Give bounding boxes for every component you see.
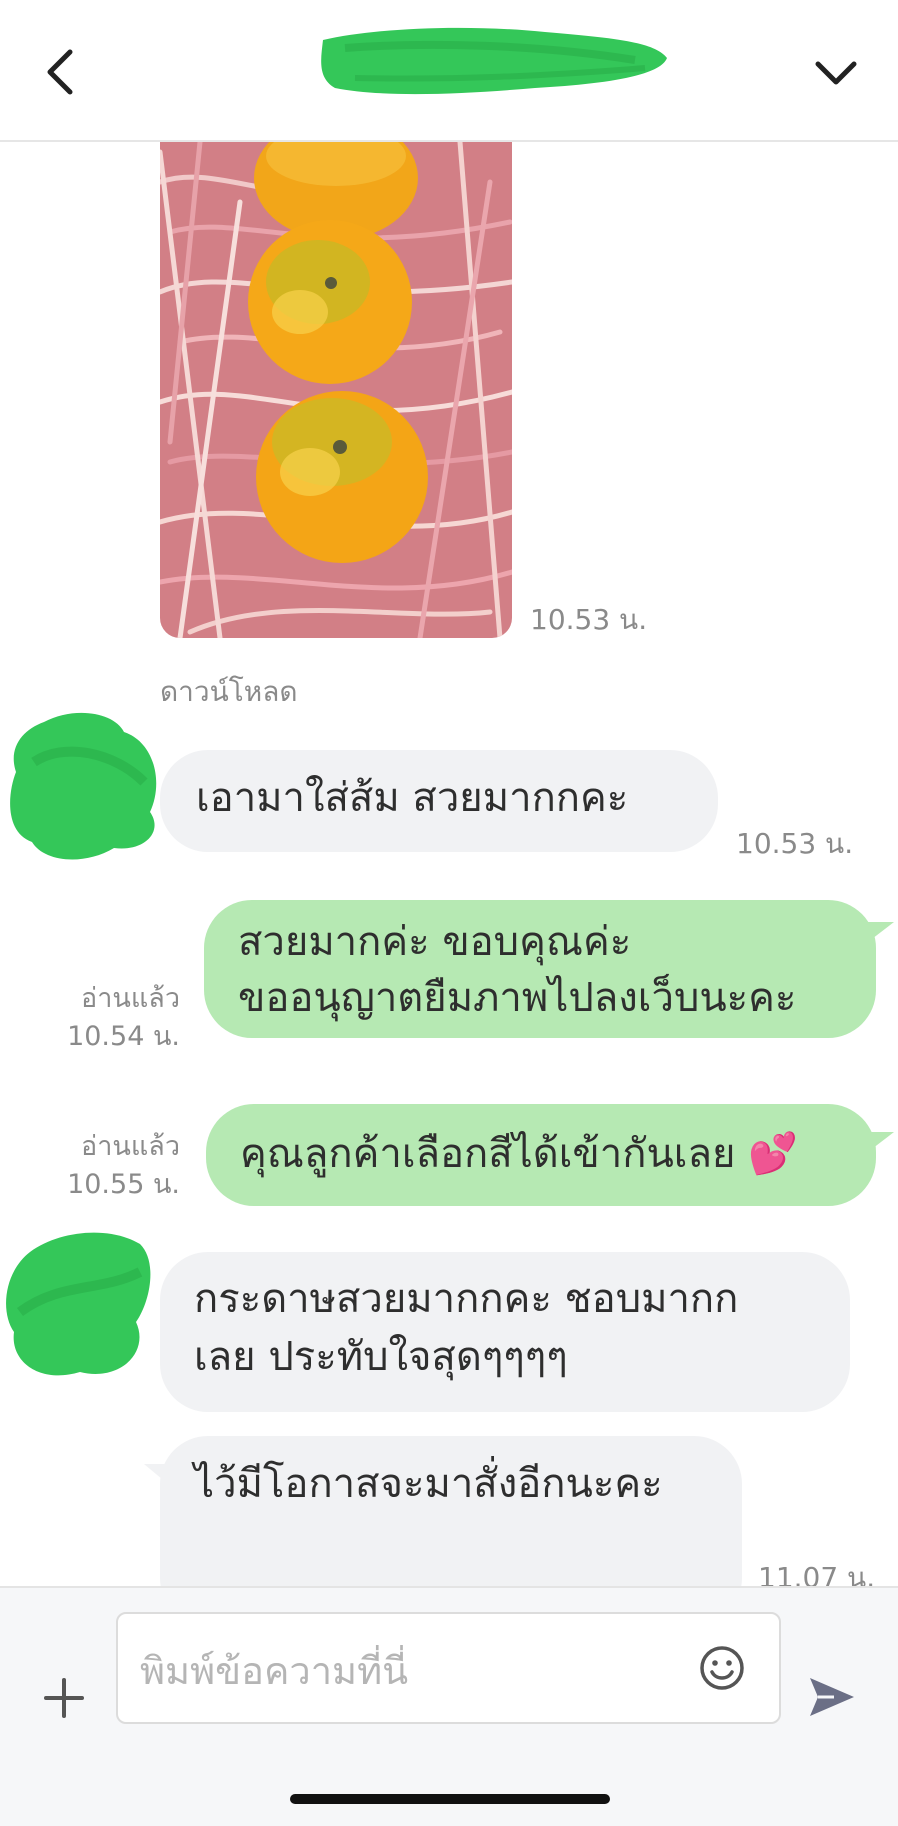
message-line: ขออนุญาตยืมภาพไปลงเว็บนะคะ xyxy=(238,975,797,1021)
smiley-icon[interactable] xyxy=(698,1644,746,1692)
received-message-bubble[interactable]: กระดาษสวยมากกคะ ชอบมากก เลย ประทับใจสุดๆ… xyxy=(160,1252,850,1412)
message-input-bar: พิมพ์ข้อความที่นี่ xyxy=(0,1586,898,1826)
message-line: สวยมากค่ะ ขอบคุณค่ะ xyxy=(238,919,632,965)
oranges-photo[interactable] xyxy=(160,142,512,638)
read-label: อ่านแล้ว xyxy=(81,983,180,1014)
read-receipt: อ่านแล้ว 10.54 น. xyxy=(50,980,180,1056)
chevron-down-icon[interactable] xyxy=(812,50,860,94)
message-text: ไว้มีโอกาสจะมาสั่งอีกนะคะ xyxy=(194,1461,663,1507)
sent-message-bubble[interactable]: สวยมากค่ะ ขอบคุณค่ะ ขออนุญาตยืมภาพไปลงเว… xyxy=(204,900,876,1038)
message-line: เลย ประทับใจสุดๆๆๆๆ xyxy=(194,1334,568,1380)
read-receipt: อ่านแล้ว 10.55 น. xyxy=(50,1128,180,1204)
send-icon[interactable] xyxy=(808,1674,856,1720)
message-input-placeholder: พิมพ์ข้อความที่นี่ xyxy=(140,1649,409,1693)
received-message-bubble[interactable]: ไว้มีโอกาสจะมาสั่งอีกนะคะ xyxy=(160,1436,742,1586)
sent-message-bubble[interactable]: คุณลูกค้าเลือกสีได้เข้ากันเลย 💕 xyxy=(206,1104,876,1206)
bubble-tail xyxy=(868,1132,894,1152)
download-link[interactable]: ดาวน์โหลด xyxy=(160,670,298,714)
chat-header xyxy=(0,0,898,142)
message-timestamp: 10.53 น. xyxy=(736,827,854,860)
home-indicator xyxy=(290,1794,610,1804)
message-timestamp: 11.07 น. xyxy=(758,1561,876,1586)
read-label: อ่านแล้ว xyxy=(81,1131,180,1162)
message-text: เอามาใส่ส้ม สวยมากกคะ xyxy=(196,775,629,821)
two-hearts-emoji: 💕 xyxy=(748,1131,798,1177)
message-timestamp: 10.55 น. xyxy=(67,1169,180,1200)
message-text: คุณลูกค้าเลือกสีได้เข้ากันเลย xyxy=(240,1131,749,1177)
received-message-bubble[interactable]: เอามาใส่ส้ม สวยมากกคะ xyxy=(160,750,718,852)
message-timestamp: 10.54 น. xyxy=(67,1021,180,1052)
chat-history[interactable]: 10.53 น. ดาวน์โหลด เอามาใส่ส้ม สวยมากกคะ… xyxy=(0,142,898,1586)
contact-avatar[interactable] xyxy=(0,1222,160,1386)
redacted-contact-name xyxy=(321,27,667,95)
message-line: กระดาษสวยมากกคะ ชอบมากก xyxy=(194,1276,739,1322)
bubble-tail xyxy=(868,922,894,942)
image-timestamp: 10.53 น. xyxy=(530,603,648,636)
message-input[interactable]: พิมพ์ข้อความที่นี่ xyxy=(116,1612,781,1724)
back-chevron-left-icon[interactable] xyxy=(40,46,84,98)
contact-avatar[interactable] xyxy=(4,702,172,868)
plus-icon[interactable] xyxy=(44,1678,84,1718)
